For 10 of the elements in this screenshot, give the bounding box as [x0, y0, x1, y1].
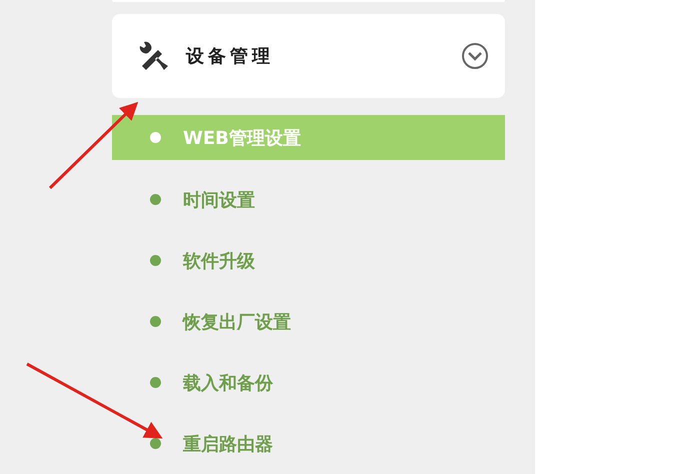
- menu-item[interactable]: 时间设置: [112, 169, 505, 230]
- menu-item[interactable]: 载入和备份: [112, 352, 505, 413]
- menu-item[interactable]: 重启路由器: [112, 413, 505, 474]
- chevron-icon[interactable]: [461, 42, 489, 70]
- menu-item[interactable]: 恢复出厂设置: [112, 291, 505, 352]
- tools-icon: [138, 40, 170, 72]
- menu-group-title: 设备管理: [186, 44, 275, 68]
- menu-item[interactable]: WEB管理设置: [112, 115, 505, 160]
- menu-group-header[interactable]: 设备管理: [112, 14, 505, 98]
- menu-item[interactable]: 软件升级: [112, 230, 505, 291]
